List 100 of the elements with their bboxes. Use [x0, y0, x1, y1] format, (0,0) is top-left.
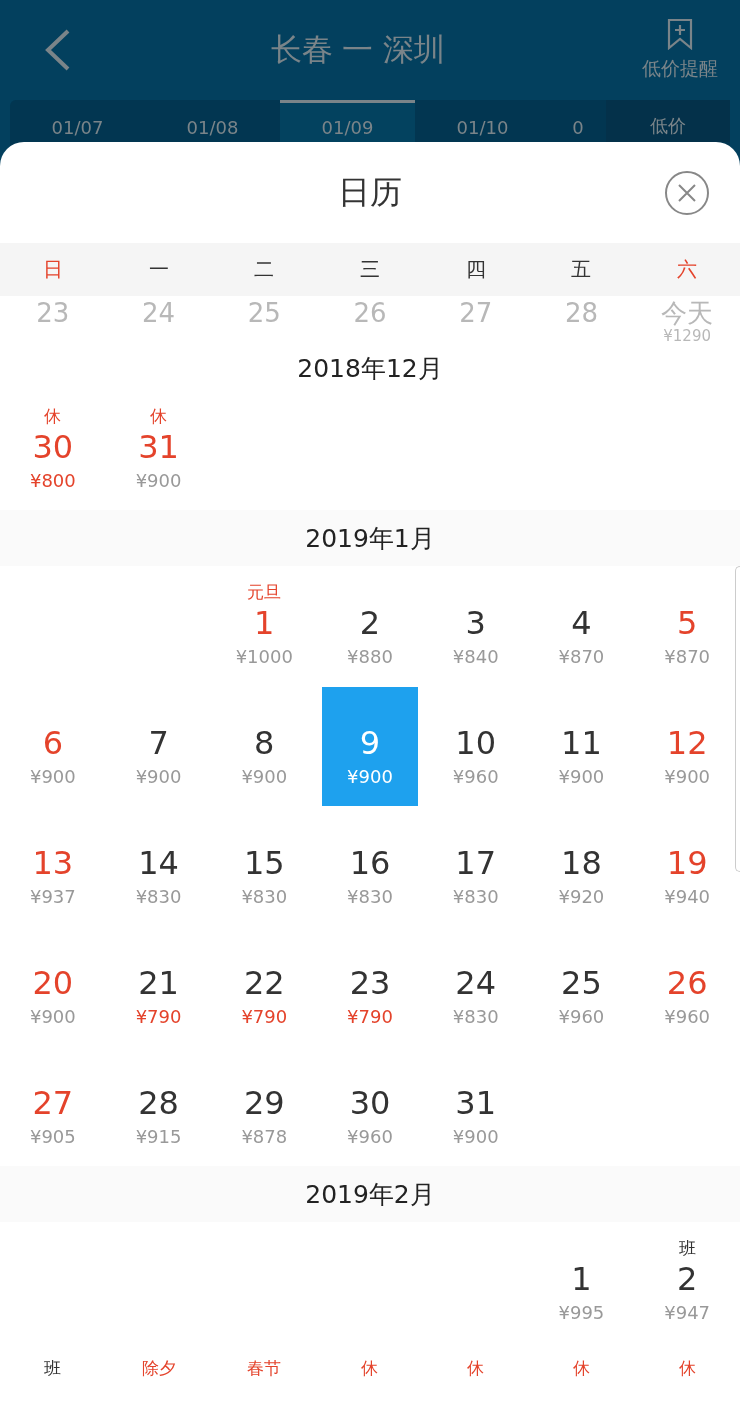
day-cell[interactable]: 27 ¥905	[4, 1046, 101, 1166]
day-cell[interactable]: 除夕	[110, 1342, 207, 1412]
day-cell[interactable]: 21 ¥790	[110, 926, 207, 1046]
day-cell[interactable]: 休	[322, 1342, 418, 1412]
day-cell[interactable]: 休	[533, 1342, 630, 1412]
holiday-label: 除夕	[141, 1356, 176, 1379]
faded-day-number: 28	[564, 298, 598, 328]
day-number: 18	[561, 842, 602, 883]
day-number: 15	[243, 842, 285, 883]
faded-day-price: ¥1290	[663, 328, 711, 344]
day-price: ¥920	[558, 884, 605, 909]
date-tab[interactable]: 01/09	[280, 100, 415, 142]
holiday-label: 元旦	[247, 580, 282, 603]
day-cell[interactable]: 15 ¥830	[216, 806, 313, 926]
day-number: 24	[455, 962, 497, 1003]
date-tab[interactable]: 0	[550, 100, 606, 142]
day-cell[interactable]: 28 ¥915	[110, 1046, 207, 1166]
day-price: ¥900	[135, 764, 182, 789]
price-alert-label[interactable]: 低价提醒	[642, 56, 718, 82]
bookmark-plus-icon[interactable]	[665, 18, 695, 50]
day-number: 12	[666, 722, 708, 763]
day-price: ¥960	[452, 764, 499, 789]
holiday-label: 休	[678, 1356, 696, 1379]
weekday-label: 四	[465, 256, 486, 283]
holiday-label: 休	[150, 404, 168, 427]
low-price-tab[interactable]: 低价	[606, 100, 730, 142]
day-price: ¥900	[135, 468, 182, 493]
day-number: 2	[359, 602, 381, 643]
day-price: ¥905	[29, 1124, 76, 1149]
day-price: ¥900	[452, 1124, 499, 1149]
faded-day-number: 23	[36, 298, 70, 328]
day-cell[interactable]: 19 ¥940	[639, 806, 736, 926]
weekday-label: 三	[360, 256, 380, 283]
day-cell[interactable]: 20 ¥900	[4, 926, 101, 1046]
day-cell[interactable]: 26 ¥960	[639, 926, 736, 1046]
day-cell[interactable]: 5 ¥870	[639, 566, 736, 686]
day-number: 23	[349, 962, 391, 1003]
day-cell[interactable]: 3 ¥840	[427, 566, 524, 686]
day-number: 4	[571, 602, 592, 643]
day-cell[interactable]: 18 ¥920	[533, 806, 630, 926]
day-cell[interactable]: 25 ¥960	[533, 926, 630, 1046]
day-cell[interactable]: 30 ¥960	[322, 1046, 418, 1166]
faded-day-number: 25	[247, 298, 281, 328]
day-cell[interactable]: 16 ¥830	[322, 806, 418, 926]
day-cell[interactable]: 10 ¥960	[427, 686, 524, 806]
day-number: 5	[676, 602, 698, 643]
day-cell[interactable]: 6 ¥900	[4, 686, 101, 806]
day-price: ¥900	[664, 764, 711, 789]
day-cell[interactable]: 24 ¥830	[427, 926, 524, 1046]
day-price: ¥960	[558, 1004, 605, 1029]
day-cell[interactable]: 17 ¥830	[427, 806, 524, 926]
day-cell[interactable]: 春节	[216, 1342, 313, 1412]
day-cell[interactable]: 休 30 ¥800	[4, 390, 101, 510]
day-cell[interactable]: 11 ¥900	[533, 686, 630, 806]
day-cell[interactable]: 13 ¥937	[4, 806, 101, 926]
day-cell[interactable]: 4 ¥870	[533, 566, 630, 686]
weekday-label: 二	[254, 256, 275, 283]
day-cell[interactable]: 班	[4, 1342, 101, 1412]
day-cell[interactable]: 1 ¥995	[533, 1222, 630, 1342]
date-tab[interactable]: 01/08	[145, 100, 280, 142]
day-price: ¥915	[135, 1124, 182, 1149]
day-cell[interactable]: 7 ¥900	[110, 686, 207, 806]
day-price: ¥900	[558, 764, 605, 789]
route-title: 长春 一 深圳	[270, 30, 446, 69]
day-price: ¥830	[452, 884, 499, 909]
date-tab[interactable]: 01/10	[415, 100, 550, 142]
day-number: 13	[32, 842, 74, 883]
day-cell[interactable]: 29 ¥878	[216, 1046, 313, 1166]
month-title: 2018年12月	[297, 352, 443, 385]
day-cell[interactable]: 元旦 1 ¥1000	[216, 566, 313, 686]
close-icon[interactable]	[664, 170, 710, 216]
faded-day-number: 27	[459, 298, 493, 328]
scroll-handle[interactable]	[735, 566, 740, 872]
day-price: ¥960	[664, 1004, 711, 1029]
date-tab[interactable]: 01/07	[10, 100, 145, 142]
day-cell[interactable]: 班 2 ¥947	[639, 1222, 736, 1342]
day-number: 6	[42, 722, 63, 763]
day-number: 19	[666, 842, 708, 883]
day-cell[interactable]: 31 ¥900	[427, 1046, 524, 1166]
day-cell[interactable]: 23 ¥790	[322, 926, 418, 1046]
day-cell[interactable]: 22 ¥790	[216, 926, 313, 1046]
day-number: 28	[138, 1082, 179, 1123]
day-cell[interactable]: 12 ¥900	[639, 686, 736, 806]
day-price: ¥830	[135, 884, 182, 909]
day-cell[interactable]: 14 ¥830	[110, 806, 207, 926]
day-cell[interactable]: 9 ¥900	[322, 686, 418, 806]
day-price: ¥790	[241, 1004, 288, 1029]
day-number: 31	[138, 426, 179, 467]
month-title: 2019年2月	[305, 1178, 435, 1211]
holiday-label: 班	[678, 1236, 696, 1259]
day-cell[interactable]: 休 31 ¥900	[110, 390, 207, 510]
faded-day-number: 今天	[661, 298, 714, 328]
day-cell[interactable]: 2 ¥880	[322, 566, 418, 686]
day-cell[interactable]: 8 ¥900	[216, 686, 313, 806]
day-number: 31	[455, 1082, 497, 1123]
weekday-label: 五	[571, 256, 592, 283]
day-number: 2	[676, 1258, 698, 1299]
day-price: ¥830	[241, 884, 288, 909]
day-cell[interactable]: 休	[639, 1342, 736, 1412]
day-cell[interactable]: 休	[427, 1342, 524, 1412]
